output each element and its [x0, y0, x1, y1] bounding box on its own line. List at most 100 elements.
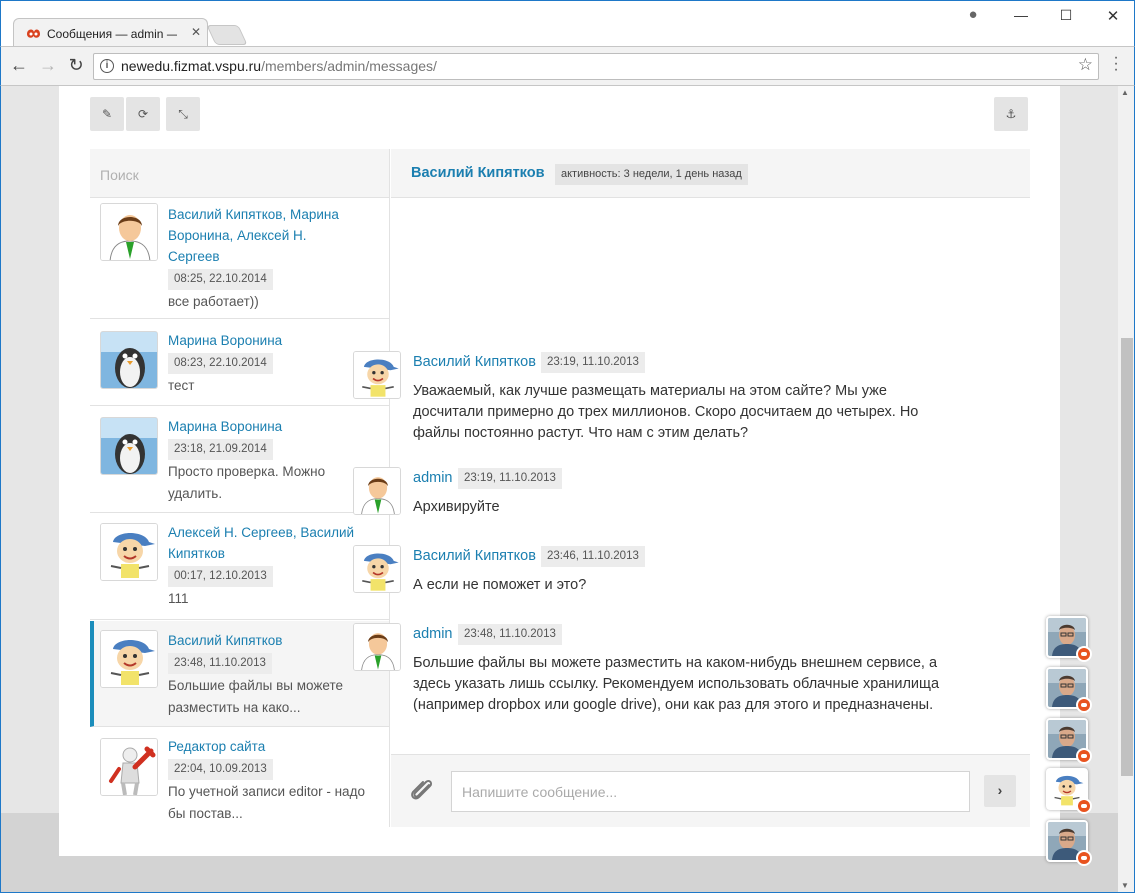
thread-header: Василий Кипятков активность: 3 недели, 1…	[391, 149, 1030, 198]
conversation-time: 22:04, 10.09.2013	[168, 759, 273, 780]
close-window-button[interactable]: ✕	[1098, 7, 1128, 25]
browser-tab[interactable]: Сообщения — admin — ✕	[13, 18, 208, 48]
avatar	[353, 351, 401, 399]
collapse-icon: ⤡	[178, 107, 188, 121]
conversation-time: 00:17, 12.10.2013	[168, 566, 273, 587]
message-time: 23:48, 11.10.2013	[458, 624, 562, 645]
minimize-button[interactable]: —	[1006, 7, 1036, 23]
message-text: А если не поможет и это?	[413, 577, 587, 593]
new-tab-button[interactable]	[206, 25, 248, 45]
conversation-participants[interactable]: Василий Кипятков	[168, 630, 358, 651]
page-viewport: ▲ ▼ ✎ ⟳ ⤡ ⚓ Василий Кипятков, Марина Вор…	[0, 86, 1135, 893]
page-scrollbar[interactable]: ▲ ▼	[1118, 86, 1134, 892]
profile-icon[interactable]: ●	[958, 6, 988, 23]
message-text: Архивируйте	[413, 499, 500, 515]
send-button[interactable]: ›	[984, 775, 1016, 807]
message-author[interactable]: admin	[413, 626, 453, 642]
back-arrow-icon[interactable]: ←	[8, 55, 30, 76]
conversation-participants[interactable]: Марина Воронина	[168, 330, 358, 351]
paperclip-icon[interactable]	[409, 777, 435, 805]
conversation-preview: тест	[168, 378, 195, 393]
refresh-button[interactable]: ⟳	[126, 97, 160, 131]
chat-bubble-icon	[1076, 798, 1092, 814]
message-author[interactable]: Василий Кипятков	[413, 354, 536, 370]
conversation-participants[interactable]: Василий Кипятков, Марина Воронина, Алекс…	[168, 204, 358, 267]
conversation-item[interactable]: Редактор сайта 22:04, 10.09.2013 По учет…	[90, 728, 389, 827]
conversation-item[interactable]: Марина Воронина 08:23, 22.10.2014 тест	[90, 320, 389, 406]
thread-recipient-name[interactable]: Василий Кипятков	[411, 165, 545, 181]
conversation-preview: По учетной записи editor - надо бы поста…	[168, 784, 365, 821]
anchor-button[interactable]: ⚓	[994, 97, 1028, 131]
conversation-item-active[interactable]: Василий Кипятков 23:48, 11.10.2013 Больш…	[90, 621, 389, 727]
anchor-icon: ⚓	[1005, 107, 1017, 121]
avatar	[100, 630, 158, 688]
message-text: Большие файлы вы можете разместить на ка…	[413, 655, 940, 713]
conversation-participants[interactable]: Алексей Н. Сергеев, Василий Кипятков	[168, 522, 358, 564]
scroll-down-icon[interactable]: ▼	[1121, 881, 1129, 890]
compose-bar: ›	[391, 754, 1030, 827]
browser-titlebar: Сообщения — admin — ✕ ● — ☐ ✕	[0, 0, 1135, 48]
chathead[interactable]	[1046, 667, 1092, 713]
chathead[interactable]	[1046, 768, 1092, 814]
conversation-preview: 111	[168, 591, 189, 606]
scroll-thumb[interactable]	[1121, 338, 1133, 776]
conversation-participants[interactable]: Марина Воронина	[168, 416, 358, 437]
avatar	[100, 738, 158, 796]
url-text[interactable]: newedu.fizmat.vspu.ru/members/admin/mess…	[121, 58, 437, 74]
conversation-item[interactable]: Марина Воронина 23:18, 21.09.2014 Просто…	[90, 407, 389, 513]
info-icon[interactable]: i	[100, 59, 114, 73]
conversation-time: 23:18, 21.09.2014	[168, 439, 273, 460]
search-row	[90, 149, 389, 198]
avatar	[100, 417, 158, 475]
reload-icon[interactable]: ↻	[65, 55, 87, 76]
chevron-right-icon: ›	[997, 782, 1003, 798]
conversation-preview: Большие файлы вы можете разместить на ка…	[168, 678, 343, 715]
refresh-icon: ⟳	[137, 107, 149, 121]
site-favicon-icon	[27, 29, 40, 38]
browser-toolbar: ← → ↻ i newedu.fizmat.vspu.ru/members/ad…	[0, 46, 1135, 86]
message-time: 23:46, 11.10.2013	[541, 546, 645, 567]
avatar	[100, 331, 158, 389]
conversation-item[interactable]: Василий Кипятков, Марина Воронина, Алекс…	[90, 199, 389, 319]
message: admin 23:48, 11.10.2013 Большие файлы вы…	[353, 623, 963, 723]
message: Василий Кипятков 23:46, 11.10.2013 А есл…	[353, 545, 963, 595]
conversation-preview: все работает))	[168, 294, 259, 309]
tab-title: Сообщения — admin —	[47, 27, 177, 41]
scroll-up-icon[interactable]: ▲	[1121, 88, 1129, 97]
chathead[interactable]	[1046, 616, 1092, 662]
message-input[interactable]	[451, 771, 970, 812]
pencil-icon: ✎	[101, 107, 113, 121]
chat-bubble-icon	[1076, 646, 1092, 662]
chathead[interactable]	[1046, 820, 1092, 866]
avatar	[100, 203, 158, 261]
address-bar[interactable]: i newedu.fizmat.vspu.ru/members/admin/me…	[93, 53, 1099, 80]
tab-close-icon[interactable]: ✕	[191, 25, 201, 39]
chathead[interactable]	[1046, 718, 1092, 764]
conversation-time: 08:23, 22.10.2014	[168, 353, 273, 374]
message-time: 23:19, 11.10.2013	[541, 352, 645, 373]
conversation-item[interactable]: Алексей Н. Сергеев, Василий Кипятков 00:…	[90, 514, 389, 620]
message-time: 23:19, 11.10.2013	[458, 468, 562, 489]
chat-bubble-icon	[1076, 697, 1092, 713]
avatar	[100, 523, 158, 581]
activity-badge: активность: 3 недели, 1 день назад	[555, 164, 748, 185]
conversation-participants[interactable]: Редактор сайта	[168, 736, 358, 757]
avatar	[353, 623, 401, 671]
message-text: Уважаемый, как лучше размещать материалы…	[413, 383, 919, 441]
message: admin 23:19, 11.10.2013 Архивируйте	[353, 467, 963, 517]
forward-arrow-icon[interactable]: →	[37, 55, 59, 76]
new-message-button[interactable]: ✎	[90, 97, 124, 131]
avatar	[353, 545, 401, 593]
search-input[interactable]	[100, 165, 380, 185]
bookmark-star-icon[interactable]: ☆	[1078, 55, 1093, 75]
conversation-time: 08:25, 22.10.2014	[168, 269, 273, 290]
message-author[interactable]: Василий Кипятков	[413, 548, 536, 564]
browser-menu-icon[interactable]: · · ·	[1111, 50, 1121, 78]
message-author[interactable]: admin	[413, 470, 453, 486]
collapse-button[interactable]: ⤡	[166, 97, 200, 131]
chat-bubble-icon	[1076, 748, 1092, 764]
conversation-preview: Просто проверка. Можно удалить.	[168, 464, 326, 501]
maximize-button[interactable]: ☐	[1051, 7, 1081, 24]
conversation-list: Василий Кипятков, Марина Воронина, Алекс…	[90, 149, 390, 827]
avatar	[353, 467, 401, 515]
